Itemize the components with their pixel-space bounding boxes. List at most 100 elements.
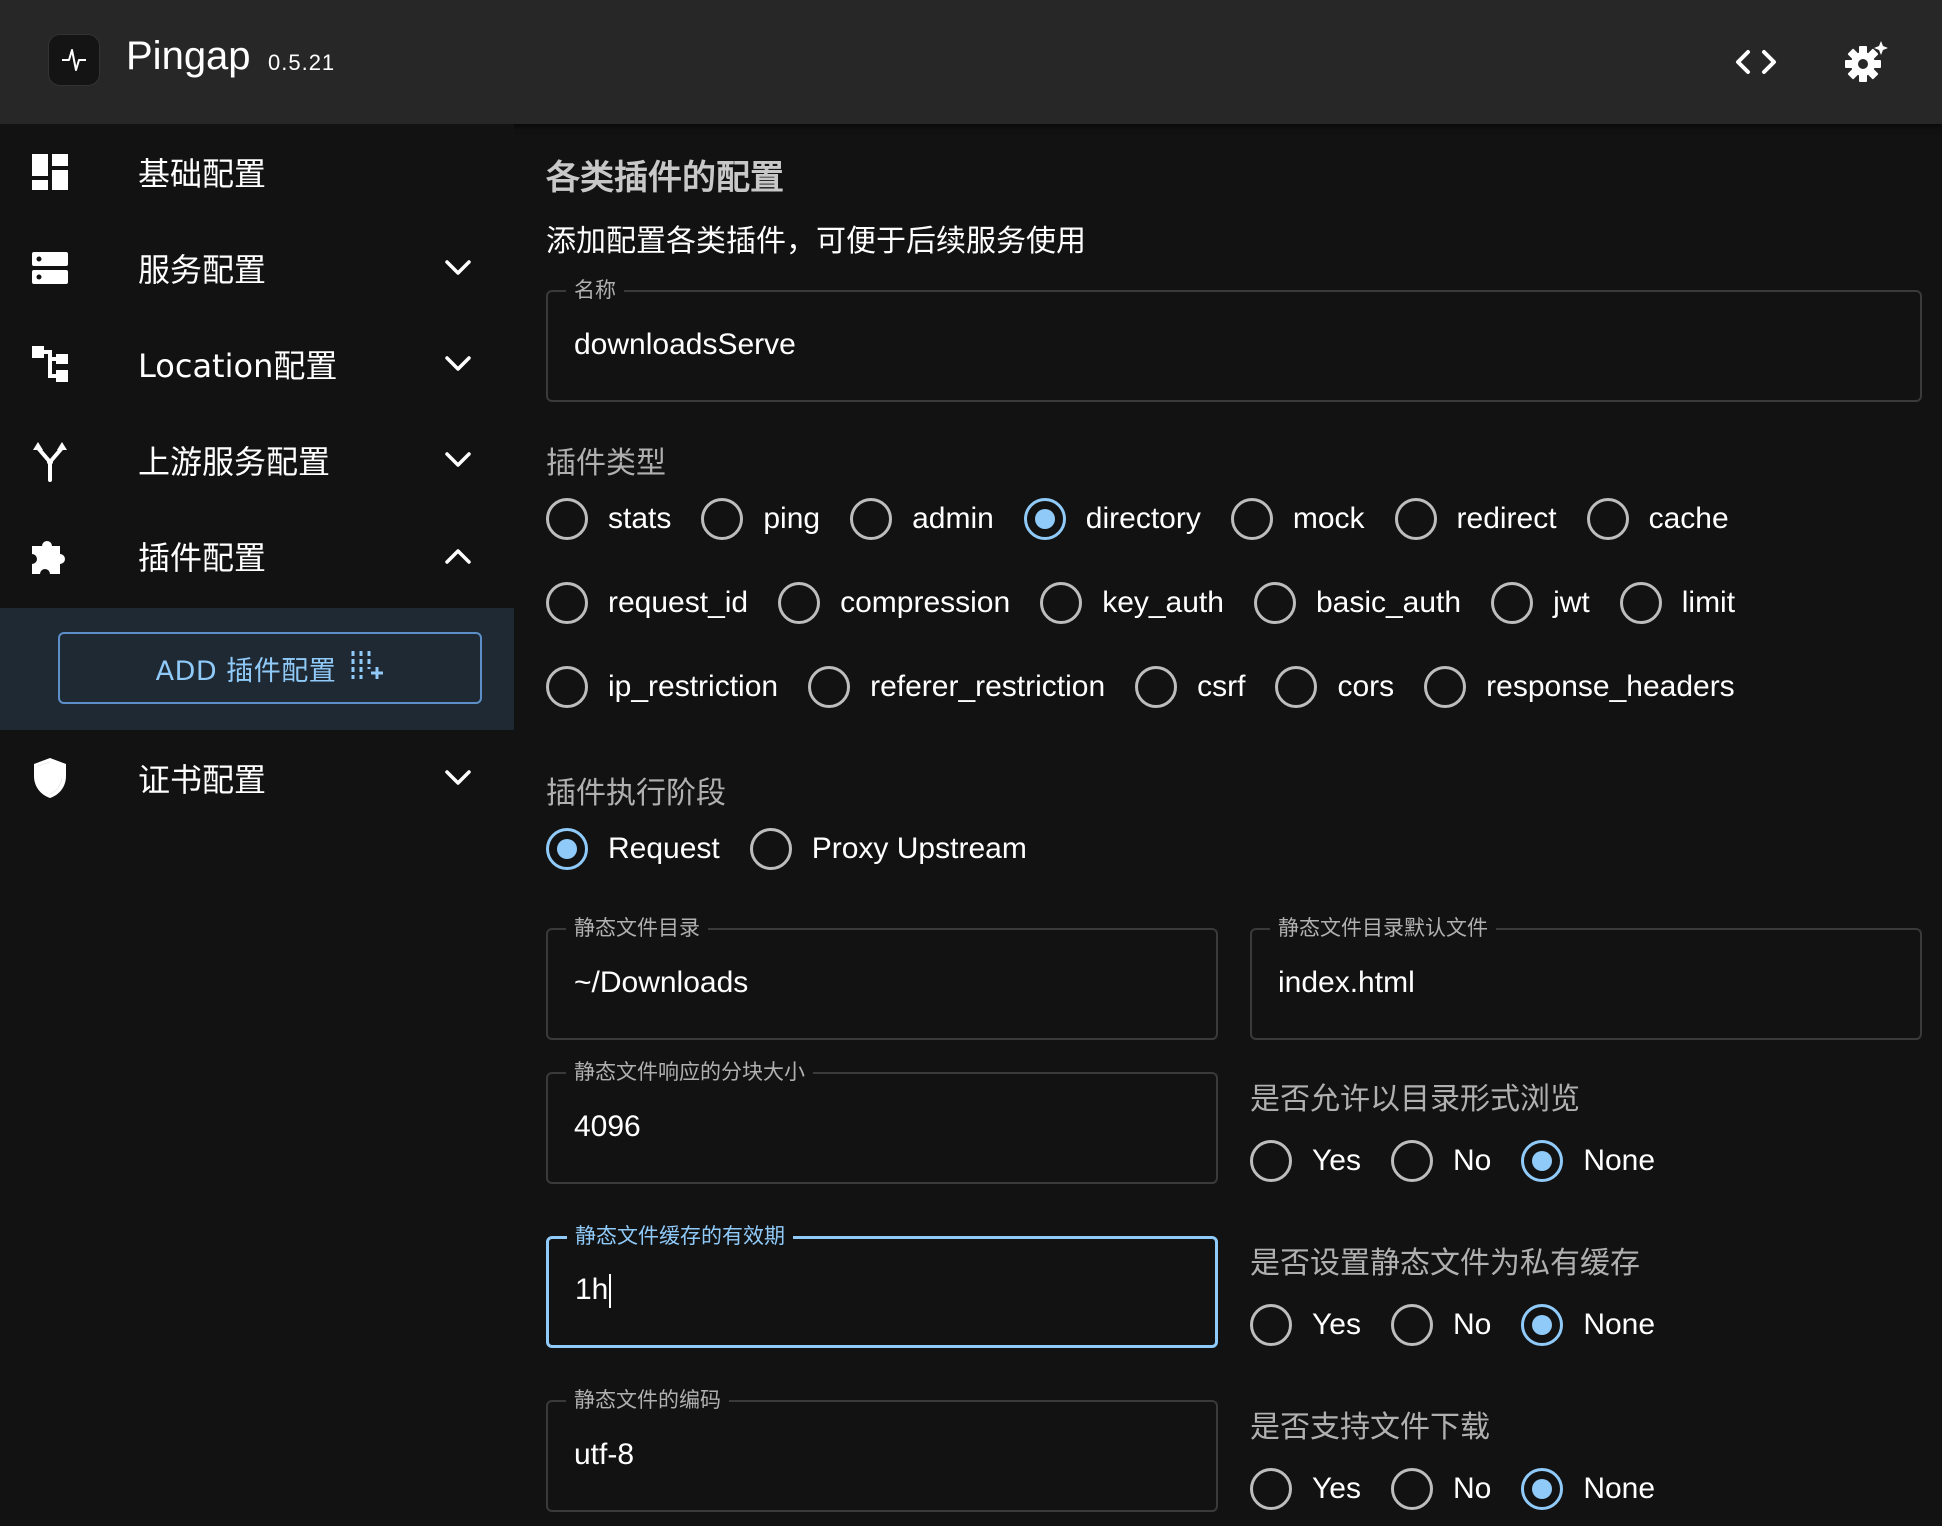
- pingap-logo-icon[interactable]: [48, 34, 100, 86]
- plugin-type-radio-response-headers[interactable]: response_headers: [1424, 666, 1735, 708]
- plugin-type-radio-mock[interactable]: mock: [1230, 498, 1365, 540]
- plugin-type-radio-compression[interactable]: compression: [778, 582, 1010, 624]
- plugin-type-radio-limit[interactable]: limit: [1619, 582, 1735, 624]
- chunk-size-input[interactable]: [574, 1110, 1190, 1144]
- download-radio-none[interactable]: None: [1521, 1468, 1655, 1510]
- plugin-type-radio-ip-restriction[interactable]: ip_restriction: [546, 666, 778, 708]
- sidebar-item-server[interactable]: 服务配置: [0, 220, 514, 316]
- index-file-input[interactable]: [1278, 966, 1894, 1000]
- download-radio-no[interactable]: No: [1390, 1468, 1491, 1510]
- shield-icon: [28, 756, 72, 800]
- radio-label: directory: [1085, 502, 1201, 535]
- plugin-type-radio-key-auth[interactable]: key_auth: [1040, 582, 1224, 624]
- radio-checked-icon[interactable]: [1521, 1140, 1564, 1182]
- settings-gear-icon[interactable]: [1840, 36, 1892, 88]
- radio-checked-icon[interactable]: [1521, 1304, 1564, 1346]
- puzzle-icon: [28, 534, 72, 578]
- radio-unchecked-icon[interactable]: [1390, 1468, 1433, 1510]
- plugin-type-radio-cache[interactable]: cache: [1586, 498, 1729, 540]
- radio-checked-icon[interactable]: [1521, 1468, 1564, 1510]
- radio-unchecked-icon[interactable]: [1619, 582, 1662, 624]
- radio-unchecked-icon[interactable]: [1135, 666, 1178, 708]
- plugin-type-radio-redirect[interactable]: redirect: [1394, 498, 1557, 540]
- private-cache-radio-no[interactable]: No: [1390, 1304, 1491, 1346]
- plugin-type-radio-cors[interactable]: cors: [1275, 666, 1394, 708]
- radio-unchecked-icon[interactable]: [1250, 1304, 1292, 1346]
- plugin-step-row: Request Proxy Upstream: [546, 828, 1057, 870]
- radio-label: stats: [608, 502, 672, 535]
- sidebar-item-certificate[interactable]: 证书配置: [0, 730, 514, 826]
- tree-icon: [28, 342, 72, 386]
- download-row: Yes No None: [1250, 1468, 1685, 1510]
- index-file-field[interactable]: 静态文件目录默认文件: [1250, 914, 1922, 1040]
- radio-unchecked-icon[interactable]: [546, 582, 588, 624]
- sidebar-item-plugin[interactable]: 插件配置: [0, 508, 514, 604]
- radio-unchecked-icon[interactable]: [1586, 498, 1629, 540]
- plugin-type-radio-ping[interactable]: ping: [701, 498, 820, 540]
- radio-unchecked-icon[interactable]: [1491, 582, 1534, 624]
- sidebar-item-label: Location配置: [138, 347, 338, 385]
- chunk-size-field[interactable]: 静态文件响应的分块大小: [546, 1058, 1218, 1184]
- chevron-down-icon: [440, 442, 476, 478]
- radio-unchecked-icon[interactable]: [1250, 1140, 1292, 1182]
- radio-unchecked-icon[interactable]: [808, 666, 851, 708]
- radio-unchecked-icon[interactable]: [1230, 498, 1273, 540]
- radio-unchecked-icon[interactable]: [778, 582, 821, 624]
- radio-checked-icon[interactable]: [1023, 498, 1066, 540]
- radio-unchecked-icon[interactable]: [1394, 498, 1437, 540]
- radio-unchecked-icon[interactable]: [1390, 1304, 1433, 1346]
- plugin-type-radio-directory[interactable]: directory: [1023, 498, 1201, 540]
- plugin-type-radio-basic-auth[interactable]: basic_auth: [1253, 582, 1461, 624]
- private-cache-radio-none[interactable]: None: [1521, 1304, 1655, 1346]
- plugin-type-radio-request-id[interactable]: request_id: [546, 582, 748, 624]
- plugin-step-radio-proxy-upstream[interactable]: Proxy Upstream: [749, 828, 1027, 870]
- sidebar-item-upstream[interactable]: 上游服务配置: [0, 412, 514, 508]
- plugin-type-radio-csrf[interactable]: csrf: [1135, 666, 1245, 708]
- charset-field[interactable]: 静态文件的编码: [546, 1386, 1218, 1512]
- charset-input[interactable]: [574, 1438, 1190, 1472]
- radio-unchecked-icon[interactable]: [1250, 1468, 1292, 1510]
- sidebar-item-label: 证书配置: [138, 761, 267, 799]
- radio-label: None: [1583, 1472, 1656, 1505]
- radio-unchecked-icon[interactable]: [1390, 1140, 1433, 1182]
- private-cache-radio-yes[interactable]: Yes: [1250, 1304, 1361, 1346]
- radio-unchecked-icon[interactable]: [1253, 582, 1296, 624]
- radio-label: redirect: [1456, 502, 1557, 535]
- radio-unchecked-icon[interactable]: [749, 828, 792, 870]
- radio-label: cache: [1648, 502, 1729, 535]
- radio-unchecked-icon[interactable]: [850, 498, 893, 540]
- radio-unchecked-icon[interactable]: [546, 498, 588, 540]
- max-age-label: 静态文件缓存的有效期: [567, 1222, 793, 1250]
- name-input[interactable]: [574, 328, 1894, 362]
- radio-unchecked-icon[interactable]: [1040, 582, 1083, 624]
- plugin-type-radio-jwt[interactable]: jwt: [1491, 582, 1590, 624]
- sidebar-item-location[interactable]: Location配置: [0, 316, 514, 412]
- code-icon[interactable]: [1730, 36, 1782, 88]
- autoindex-radio-no[interactable]: No: [1390, 1140, 1491, 1182]
- sidebar-item-basic[interactable]: 基础配置: [0, 124, 514, 220]
- radio-unchecked-icon[interactable]: [1275, 666, 1318, 708]
- fork-icon: [28, 438, 72, 482]
- name-field[interactable]: 名称: [546, 276, 1922, 402]
- radio-label: referer_restriction: [870, 670, 1106, 703]
- add-plugin-button[interactable]: ADD 插件配置: [58, 632, 482, 704]
- radio-unchecked-icon[interactable]: [701, 498, 744, 540]
- plugin-type-radio-stats[interactable]: stats: [546, 498, 671, 540]
- max-age-input[interactable]: 1h: [575, 1273, 1189, 1309]
- radio-unchecked-icon[interactable]: [546, 666, 588, 708]
- plugin-type-radio-admin[interactable]: admin: [850, 498, 994, 540]
- max-age-field[interactable]: 静态文件缓存的有效期 1h: [546, 1222, 1218, 1348]
- static-dir-input[interactable]: [574, 966, 1190, 1000]
- radio-label: mock: [1292, 502, 1365, 535]
- plugin-type-radio-referer-restriction[interactable]: referer_restriction: [808, 666, 1105, 708]
- autoindex-radio-none[interactable]: None: [1521, 1140, 1655, 1182]
- radio-checked-icon[interactable]: [546, 828, 588, 870]
- sidebar: 基础配置 服务配置 Location配置 上游服务配置 插件配置 ADD 插件配…: [0, 124, 514, 1526]
- download-radio-yes[interactable]: Yes: [1250, 1468, 1361, 1510]
- autoindex-label: 是否允许以目录形式浏览: [1250, 1082, 1580, 1117]
- static-dir-field[interactable]: 静态文件目录: [546, 914, 1218, 1040]
- autoindex-radio-yes[interactable]: Yes: [1250, 1140, 1361, 1182]
- radio-unchecked-icon[interactable]: [1424, 666, 1467, 708]
- plugin-step-radio-request[interactable]: Request: [546, 828, 720, 870]
- radio-label: Yes: [1312, 1308, 1361, 1341]
